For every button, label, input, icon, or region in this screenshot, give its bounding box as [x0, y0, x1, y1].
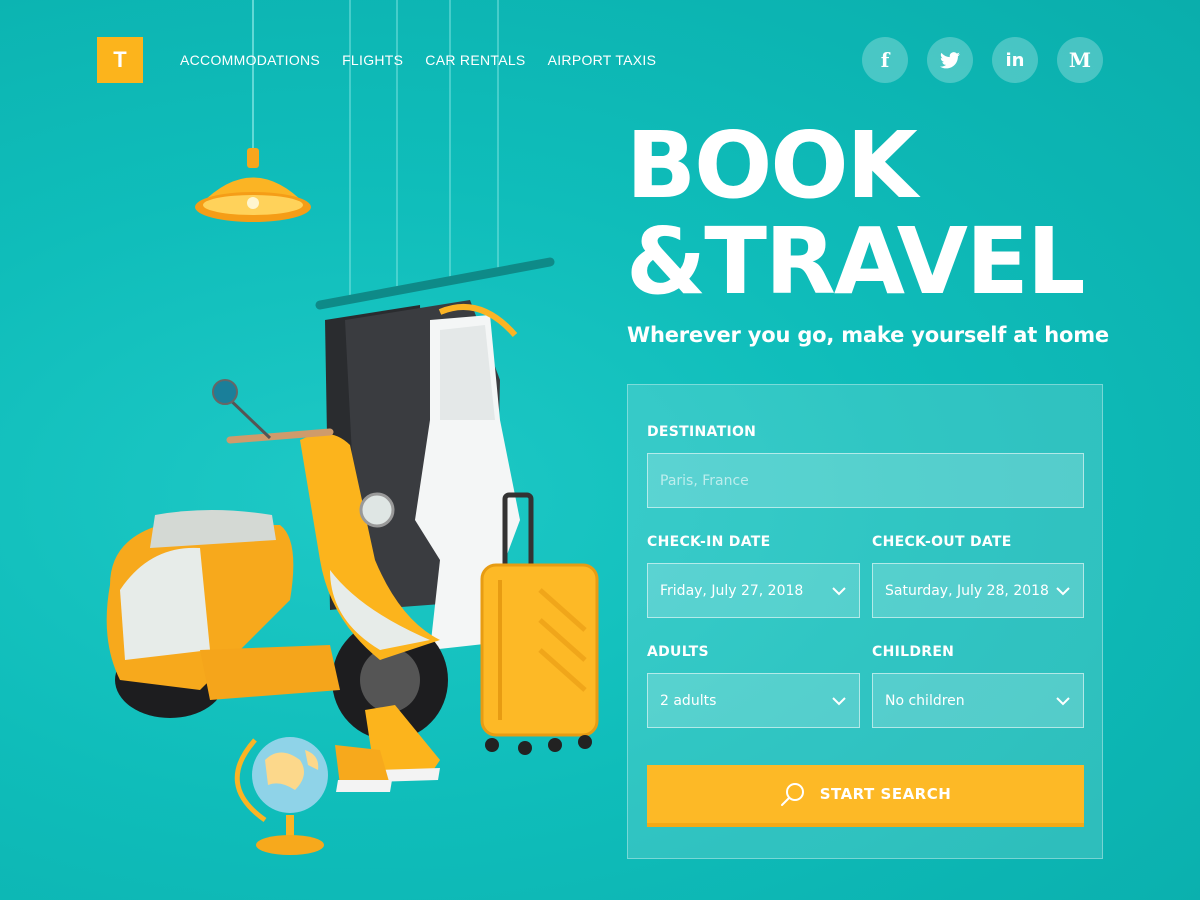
nav-airport-taxis[interactable]: AIRPORT TAXIS — [548, 52, 657, 68]
checkin-select[interactable]: Friday, July 27, 2018 — [647, 563, 860, 618]
destination-input[interactable] — [660, 472, 1071, 489]
hero-illustration — [106, 0, 599, 855]
search-form: DESTINATION CHECK-IN DATE Friday, July 2… — [627, 384, 1103, 859]
adults-value: 2 adults — [660, 692, 717, 709]
start-search-label: START SEARCH — [819, 785, 952, 803]
main-nav: ACCOMMODATIONS FLIGHTS CAR RENTALS AIRPO… — [180, 52, 656, 68]
adults-label: ADULTS — [647, 644, 709, 660]
checkout-value: Saturday, July 28, 2018 — [885, 582, 1049, 599]
nav-car-rentals[interactable]: CAR RENTALS — [425, 52, 525, 68]
checkout-label: CHECK-OUT DATE — [872, 534, 1012, 550]
linkedin-icon[interactable]: in — [992, 37, 1038, 83]
lamp-icon — [195, 148, 311, 222]
hero-subtitle: Wherever you go, make yourself at home — [627, 323, 1109, 347]
destination-label: DESTINATION — [647, 424, 757, 440]
checkin-label: CHECK-IN DATE — [647, 534, 771, 550]
chevron-down-icon — [832, 697, 846, 706]
children-value: No children — [885, 692, 965, 709]
hero-title-line1: BOOK — [626, 112, 918, 219]
chevron-down-icon — [1056, 587, 1070, 596]
checkout-select[interactable]: Saturday, July 28, 2018 — [872, 563, 1084, 618]
checkin-value: Friday, July 27, 2018 — [660, 582, 804, 599]
hero-title: BOOK &TRAVEL — [626, 118, 1096, 310]
search-icon — [780, 783, 804, 806]
hero-title-line2: &TRAVEL — [626, 208, 1085, 315]
children-label: CHILDREN — [872, 644, 955, 660]
destination-field[interactable] — [647, 453, 1084, 508]
logo[interactable]: T — [97, 37, 143, 83]
chevron-down-icon — [1056, 697, 1070, 706]
adults-select[interactable]: 2 adults — [647, 673, 860, 728]
facebook-icon[interactable]: f — [862, 37, 908, 83]
nav-flights[interactable]: FLIGHTS — [342, 52, 403, 68]
chevron-down-icon — [832, 587, 846, 596]
twitter-icon[interactable] — [927, 37, 973, 83]
social-links: f in M — [862, 37, 1103, 83]
children-select[interactable]: No children — [872, 673, 1084, 728]
medium-icon[interactable]: M — [1057, 37, 1103, 83]
globe-icon — [234, 737, 328, 855]
nav-accommodations[interactable]: ACCOMMODATIONS — [180, 52, 320, 68]
logo-letter: T — [113, 47, 127, 72]
start-search-button[interactable]: START SEARCH — [647, 765, 1084, 827]
